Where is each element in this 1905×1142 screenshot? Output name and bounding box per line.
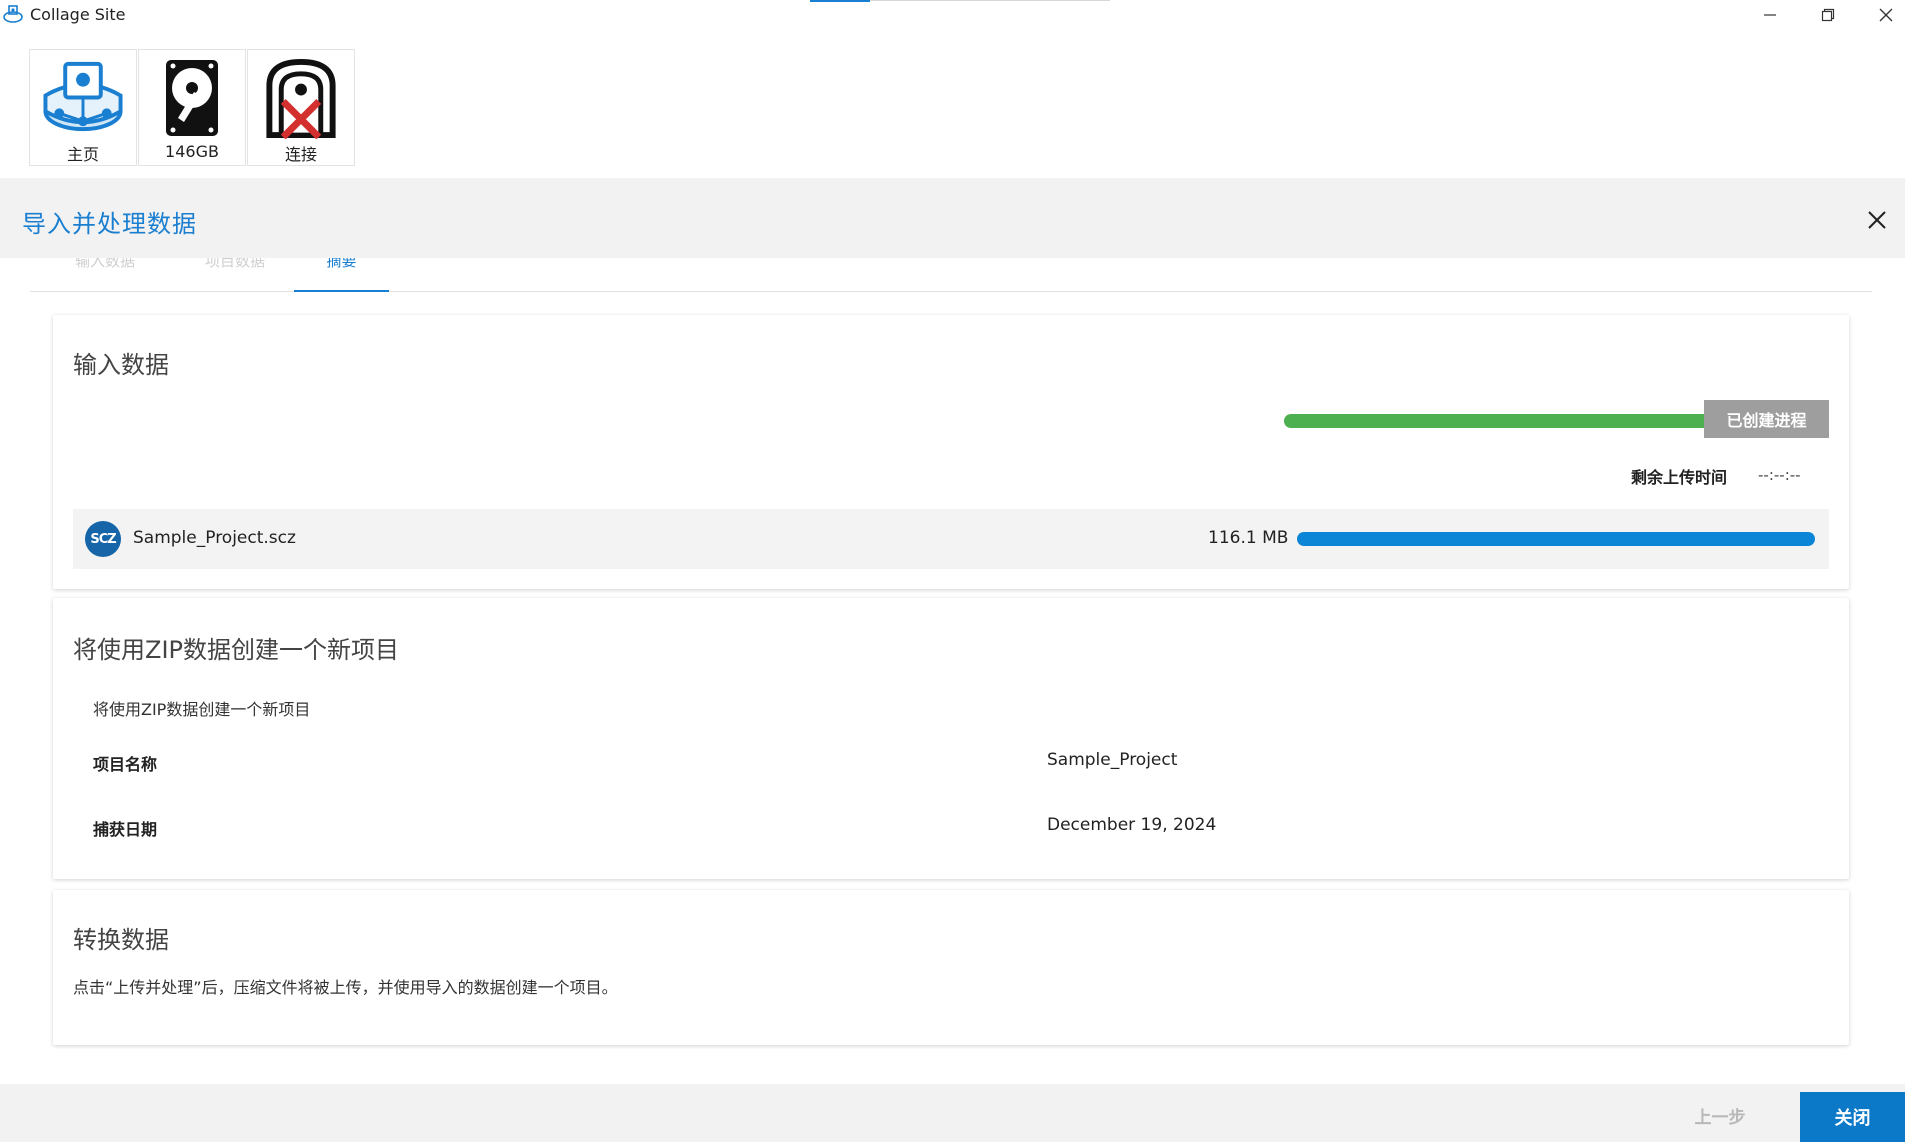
disconnected-device-icon xyxy=(266,58,336,139)
new-project-title: 将使用ZIP数据创建一个新项目 xyxy=(73,636,399,664)
capture-date-label: 捕获日期 xyxy=(93,820,158,839)
restore-button[interactable] xyxy=(1800,0,1856,30)
tab-project-data-label: 项目数据 xyxy=(204,258,265,270)
convert-data-card: 转换数据 点击“上传并处理”后，压缩文件将被上传，并使用导入的数据创建一个项目。 xyxy=(53,890,1849,1045)
convert-data-description: 点击“上传并处理”后，压缩文件将被上传，并使用导入的数据创建一个项目。 xyxy=(73,978,618,997)
toolbar-home-label: 主页 xyxy=(66,145,99,164)
file-name: Sample_Project.scz xyxy=(133,528,296,548)
toolbar-connect-button[interactable]: 连接 xyxy=(247,49,355,166)
dialog-title: 导入并处理数据 xyxy=(22,210,197,238)
overall-progress-bar xyxy=(1284,414,1737,428)
new-project-card: 将使用ZIP数据创建一个新项目 将使用ZIP数据创建一个新项目 项目名称 Sam… xyxy=(53,598,1849,879)
file-progress-bar xyxy=(1297,532,1815,546)
remaining-time-value: --:--:-- xyxy=(1758,466,1801,484)
hard-drive-icon xyxy=(166,60,218,136)
minimize-button[interactable] xyxy=(1742,0,1798,30)
toolbar-home-button[interactable]: 主页 xyxy=(29,49,137,166)
tab-summary[interactable]: 摘要 xyxy=(294,258,389,292)
project-name-value: Sample_Project xyxy=(1047,750,1178,770)
input-data-title: 输入数据 xyxy=(73,351,169,379)
close-icon xyxy=(1868,211,1886,229)
title-accent-line xyxy=(870,0,1110,1)
dialog-tabs: 输入数据 项目数据 摘要 xyxy=(30,258,1872,292)
minimize-icon xyxy=(1764,14,1776,16)
dialog-header: 导入并处理数据 xyxy=(0,178,1905,258)
toolbar-connect-label: 连接 xyxy=(284,145,317,164)
close-button[interactable]: 关闭 xyxy=(1800,1092,1905,1142)
restore-icon xyxy=(1821,8,1835,22)
collage-logo-icon xyxy=(3,5,23,23)
home-network-icon xyxy=(43,61,123,132)
window-title: Collage Site xyxy=(30,5,126,24)
close-icon xyxy=(1879,8,1893,22)
remaining-time-label: 剩余上传时间 xyxy=(1631,468,1728,487)
window-close-button[interactable] xyxy=(1858,0,1905,30)
toolbar-storage-label: 146GB xyxy=(165,142,219,161)
toolbar-storage-button[interactable]: 146GB xyxy=(138,49,246,166)
file-size: 116.1 MB xyxy=(1208,528,1289,548)
dialog-close-button[interactable] xyxy=(1862,205,1892,235)
dialog-footer xyxy=(0,1084,1905,1142)
new-project-description: 将使用ZIP数据创建一个新项目 xyxy=(93,700,311,719)
tab-project-data[interactable]: 项目数据 xyxy=(190,258,280,292)
project-name-label: 项目名称 xyxy=(93,755,158,774)
scz-file-icon: SCZ xyxy=(85,521,121,557)
file-row: SCZ Sample_Project.scz 116.1 MB xyxy=(73,509,1829,569)
convert-data-title: 转换数据 xyxy=(73,926,169,954)
input-data-card: 输入数据 已创建进程 剩余上传时间 --:--:-- SCZ Sample_Pr… xyxy=(53,315,1849,589)
tab-summary-label: 摘要 xyxy=(326,258,357,270)
tab-input-data-label: 输入数据 xyxy=(74,258,135,270)
main-toolbar: 主页 146GB 连接 xyxy=(29,49,356,166)
capture-date-value: December 19, 2024 xyxy=(1047,815,1217,835)
previous-step-button[interactable]: 上一步 xyxy=(1665,1092,1775,1138)
window-titlebar: Collage Site xyxy=(0,0,1905,30)
tab-input-data[interactable]: 输入数据 xyxy=(60,258,150,292)
status-badge: 已创建进程 xyxy=(1704,400,1829,438)
title-accent-bar xyxy=(810,0,870,2)
